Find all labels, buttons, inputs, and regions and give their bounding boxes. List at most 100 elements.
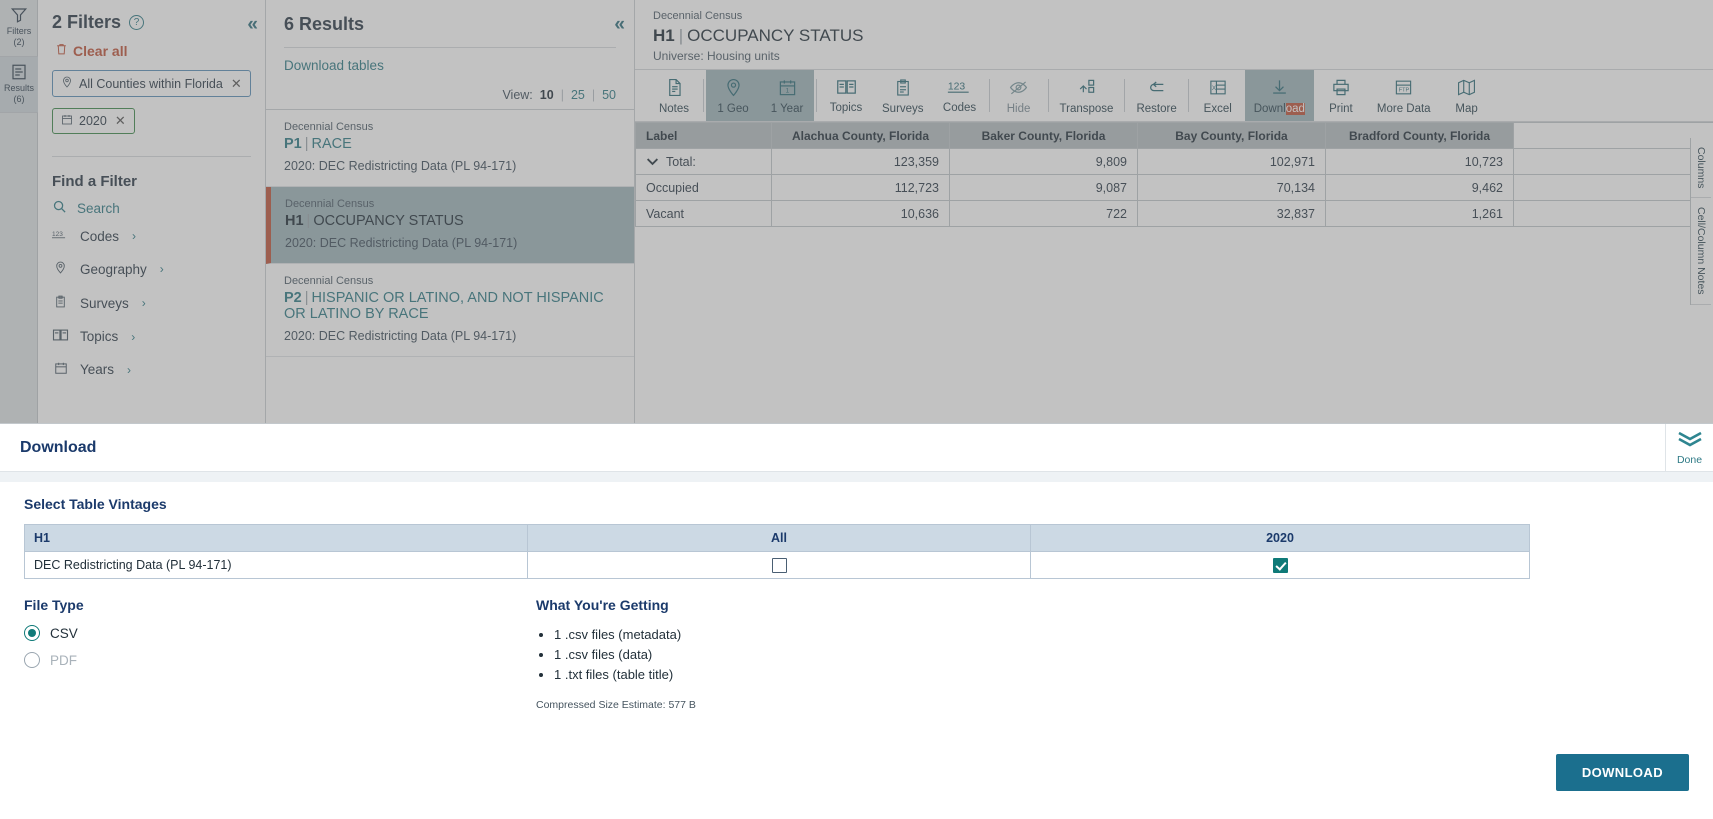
toolbar-divider [1047, 79, 1049, 112]
toolbar-button-year[interactable]: 1 1 Year [760, 70, 814, 121]
filter-category-topics-label: Topics [80, 329, 119, 344]
filters-title: 2 Filters [52, 12, 122, 32]
filter-search-button[interactable]: Search [52, 194, 251, 220]
view-option-50[interactable]: 50 [602, 88, 616, 102]
what-youre-getting-list: 1 .csv files (metadata) 1 .csv files (da… [554, 625, 1689, 685]
toolbar-button-excel[interactable]: X Excel [1191, 70, 1245, 121]
filter-chip-year[interactable]: 2020 ✕ [52, 108, 135, 134]
table-row[interactable]: Occupied 112,723 9,087 70,134 9,462 [635, 174, 1713, 201]
toolbar-button-transpose[interactable]: Transpose [1051, 70, 1123, 121]
results-title: 6 Results [284, 14, 365, 34]
toolbar-label: 1 Year [770, 102, 804, 115]
result-title: RACE [311, 136, 352, 152]
chevron-down-icon[interactable] [646, 155, 659, 169]
toolbar-label: Download [1253, 102, 1305, 115]
row-label-text: Total: [666, 154, 696, 169]
clear-all-button[interactable]: Clear all [55, 42, 251, 59]
cell-occupied-bay: 70,134 [1137, 174, 1326, 201]
question-mark-icon[interactable]: ? [129, 15, 145, 30]
calendar-icon [52, 361, 69, 378]
cell-spacer [1513, 148, 1713, 175]
toolbar-button-map[interactable]: Map [1440, 70, 1494, 121]
side-tab-columns[interactable]: Columns [1691, 138, 1711, 199]
remove-year-filter-icon[interactable]: ✕ [115, 113, 126, 129]
modal-accent-strip [0, 472, 1713, 482]
toolbar-label: Map [1455, 102, 1478, 115]
rail-item-results[interactable]: Results (6) [0, 56, 38, 113]
toolbar-label: Surveys [882, 102, 924, 115]
collapse-filters-icon[interactable]: « [247, 14, 257, 36]
table-title-text: OCCUPANCY STATUS [687, 26, 864, 45]
filters-panel: 2 Filters ? « Clear all All Counties wit… [38, 0, 266, 465]
eye-slash-icon [1008, 78, 1029, 103]
done-button[interactable]: Done [1665, 424, 1713, 472]
side-tab-cell-column-notes[interactable]: Cell/Column Notes [1691, 198, 1711, 305]
getting-item: 1 .csv files (data) [554, 645, 1689, 665]
toolbar-button-geo[interactable]: 1 Geo [706, 70, 760, 121]
column-header-alachua[interactable]: Alachua County, Florida [771, 122, 950, 149]
remove-geo-filter-icon[interactable]: ✕ [231, 76, 242, 92]
result-meta: 2020: DEC Redistricting Data (PL 94-171) [285, 236, 518, 250]
cell-spacer [1513, 200, 1713, 227]
vintage-2020-checkbox[interactable] [1272, 557, 1288, 573]
svg-text:123: 123 [52, 231, 63, 238]
filters-divider [52, 156, 251, 157]
toolbar-button-codes[interactable]: 123 Codes [933, 70, 987, 121]
download-options-row: File Type CSV PDF What You're Getting 1 … [24, 597, 1689, 711]
column-header-bradford[interactable]: Bradford County, Florida [1325, 122, 1514, 149]
left-icon-rail: Filters (2) Results (6) [0, 0, 38, 465]
vintage-all-checkbox[interactable] [771, 557, 787, 573]
row-label-occupied: Occupied [635, 174, 772, 201]
column-header-baker[interactable]: Baker County, Florida [949, 122, 1138, 149]
filter-category-geography[interactable]: Geography › [52, 252, 251, 286]
result-item-h1[interactable]: Decennial Census H1 | OCCUPANCY STATUS 202… [266, 187, 634, 264]
filter-chip-geo[interactable]: All Counties within Florida ✕ [52, 70, 251, 97]
chevron-right-icon: › [127, 362, 132, 377]
toolbar-divider [1124, 79, 1126, 112]
toolbar-button-hide[interactable]: Hide [992, 70, 1046, 121]
filter-chip-geo-label: All Counties within Florida [79, 76, 223, 91]
file-type-option-csv[interactable]: CSV [24, 625, 536, 641]
table-universe: Universe: Housing units [653, 49, 780, 63]
view-option-10[interactable]: 10 [540, 88, 554, 102]
toolbar-button-notes[interactable]: Notes [647, 70, 701, 121]
toolbar-button-restore[interactable]: Restore [1127, 70, 1185, 121]
rail-item-filters-count: (2) [13, 37, 25, 48]
collapse-results-icon[interactable]: « [614, 14, 624, 36]
toolbar-label-prefix: Downl [1253, 102, 1286, 115]
view-option-25[interactable]: 25 [571, 88, 585, 102]
trash-icon [55, 42, 68, 59]
rail-item-filters[interactable]: Filters (2) [0, 0, 38, 57]
column-header-label[interactable]: Label [635, 122, 772, 149]
toolbar-button-download[interactable]: Download [1244, 70, 1314, 121]
download-tables-link[interactable]: Download tables [266, 48, 634, 83]
filter-category-years-label: Years [80, 362, 115, 377]
filter-category-years[interactable]: Years › [52, 353, 251, 386]
toolbar-button-surveys[interactable]: Surveys [873, 70, 933, 121]
table-row[interactable]: Total: 123,359 9,809 102,971 10,723 [635, 148, 1713, 175]
toolbar-divider [1187, 79, 1189, 112]
right-side-tabs: Columns Cell/Column Notes [1690, 138, 1713, 305]
filter-category-codes[interactable]: 123 Codes › [52, 220, 251, 252]
toolbar-button-more-data[interactable]: FTP More Data [1368, 70, 1440, 121]
filter-category-surveys[interactable]: Surveys › [52, 286, 251, 320]
book-icon [836, 78, 857, 102]
result-name: P1 | RACE [284, 136, 352, 152]
column-header-bay[interactable]: Bay County, Florida [1137, 122, 1326, 149]
result-code: P1 [284, 136, 302, 152]
result-item-p1[interactable]: Decennial Census P1 | RACE 2020: DEC Redis… [266, 110, 634, 187]
cell-vacant-bradford: 1,261 [1325, 200, 1514, 227]
result-meta: 2020: DEC Redistricting Data (PL 94-171) [284, 329, 517, 343]
download-button[interactable]: DOWNLOAD [1555, 754, 1689, 791]
vintages-row: DEC Redistricting Data (PL 94-171) [24, 551, 1530, 579]
what-youre-getting-title: What You're Getting [536, 597, 669, 613]
radio-csv-icon [24, 625, 40, 641]
vintage-2020-cell [1030, 551, 1530, 579]
toolbar-button-topics[interactable]: Topics [819, 70, 873, 121]
result-item-p2[interactable]: Decennial Census P2 | HISPANIC OR LATINO, … [266, 264, 634, 357]
filter-category-topics[interactable]: Topics › [52, 320, 251, 353]
svg-text:1: 1 [785, 87, 789, 94]
table-row[interactable]: Vacant 10,636 722 32,837 1,261 [635, 200, 1713, 227]
undo-icon [1146, 78, 1168, 103]
toolbar-button-print[interactable]: Print [1314, 70, 1368, 121]
